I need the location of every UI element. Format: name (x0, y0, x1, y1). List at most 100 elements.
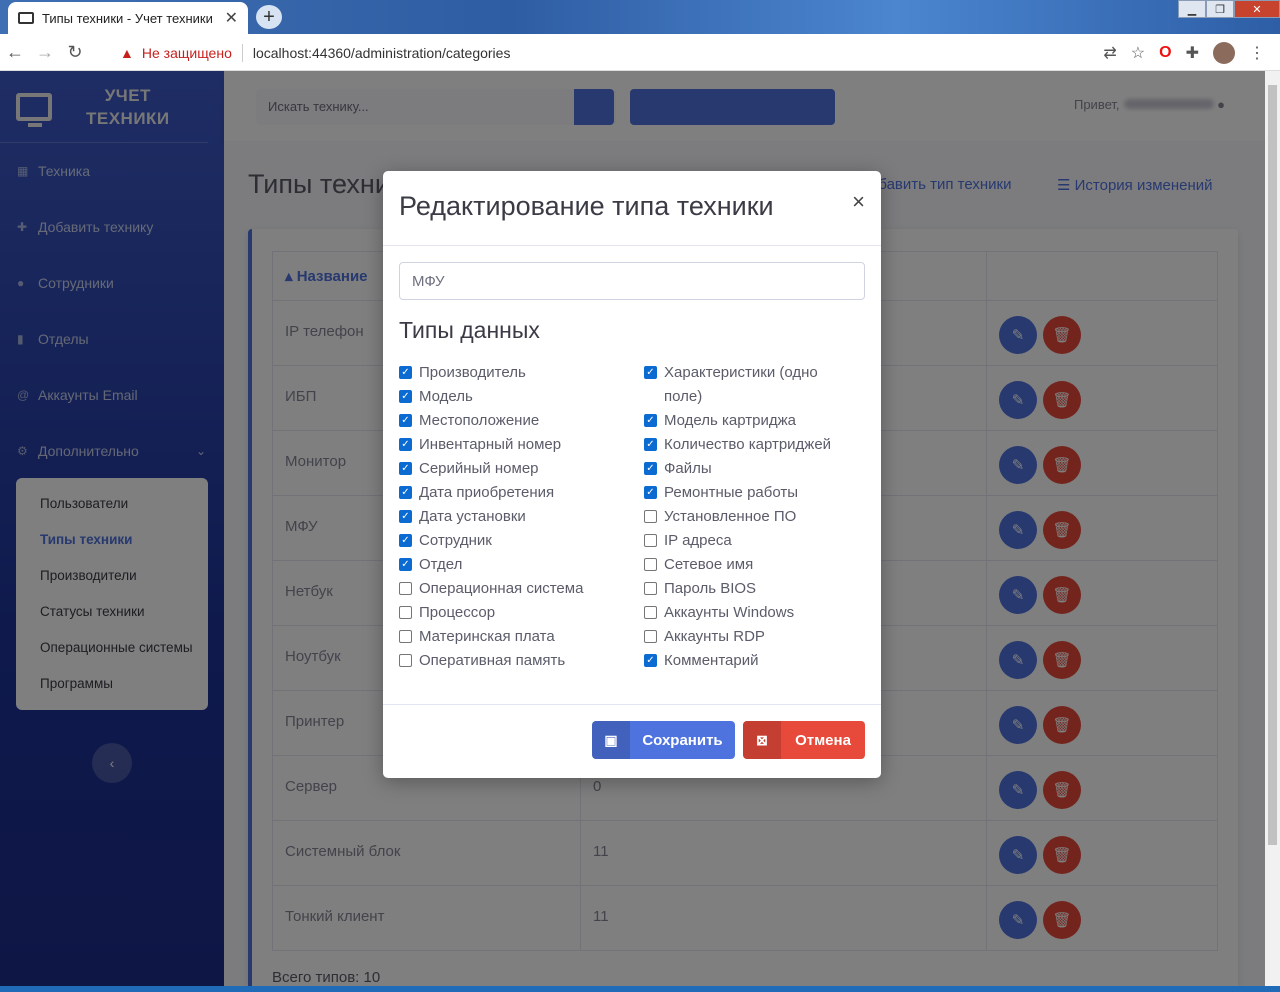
checkbox[interactable]: ✓ (399, 558, 412, 571)
checkbox[interactable]: ✓ (644, 486, 657, 499)
checkbox-label: Сетевое имя (664, 556, 754, 573)
data-type-checkbox-item[interactable]: ✓ Характеристики (одно поле) (644, 361, 854, 409)
data-type-checkbox-item[interactable]: Материнская плата (399, 625, 583, 649)
data-type-checkbox-item[interactable]: ✓ Серийный номер (399, 457, 583, 481)
data-type-checkbox-item[interactable]: Установленное ПО (644, 505, 854, 529)
data-types-title: Типы данных (399, 317, 540, 343)
data-type-checkbox-item[interactable]: ✓ Комментарий (644, 649, 854, 673)
address-bar: ← → ↻ ▲ Не защищено localhost:44360/admi… (0, 34, 1280, 71)
checkbox-label: Инвентарный номер (419, 436, 562, 453)
modal-footer: ▣ Сохранить ⊠ Отмена (383, 704, 881, 778)
checkbox-label: Серийный номер (419, 460, 539, 477)
save-button[interactable]: ▣ Сохранить (592, 721, 735, 759)
data-type-checkbox-item[interactable]: ✓ Количество картриджей (644, 433, 854, 457)
checkbox[interactable]: ✓ (399, 534, 412, 547)
edit-type-modal: Редактирование типа техники × Типы данны… (383, 171, 881, 778)
data-type-checkbox-item[interactable]: Аккаунты Windows (644, 601, 854, 625)
data-type-checkbox-item[interactable]: ✓ Сотрудник (399, 529, 583, 553)
checkbox-label: Установленное ПО (664, 508, 797, 525)
data-type-checkbox-item[interactable]: ✓ Дата приобретения (399, 481, 583, 505)
checkbox-label: Модель картриджа (664, 412, 796, 429)
opera-extension-icon[interactable]: O (1159, 44, 1171, 62)
page-scrollbar[interactable] (1265, 71, 1280, 986)
checkbox[interactable]: ✓ (399, 366, 412, 379)
data-type-checkbox-item[interactable]: Процессор (399, 601, 583, 625)
checkbox[interactable] (644, 606, 657, 619)
cancel-button[interactable]: ⊠ Отмена (743, 721, 865, 759)
maximize-button[interactable]: ❐ (1206, 0, 1234, 18)
windows-taskbar (0, 986, 1280, 992)
checkbox-label: Процессор (419, 604, 496, 621)
data-type-checkbox-item[interactable]: ✓ Файлы (644, 457, 854, 481)
data-type-checkbox-item[interactable]: Оперативная память (399, 649, 583, 673)
new-tab-button[interactable]: + (256, 5, 282, 29)
checkbox-label: Материнская плата (419, 628, 555, 645)
checkbox[interactable]: ✓ (399, 510, 412, 523)
data-types-left-column: ✓ Производитель ✓ Модель ✓ Местоположение ✓ Инв… (399, 361, 583, 673)
checkbox[interactable] (399, 630, 412, 643)
checkbox-label: Производитель (419, 364, 526, 381)
data-type-checkbox-item[interactable]: ✓ Дата установки (399, 505, 583, 529)
close-icon[interactable]: ✕ (225, 8, 238, 28)
floppy-icon: ▣ (592, 721, 630, 759)
checkbox[interactable]: ✓ (644, 438, 657, 451)
checkbox[interactable] (644, 558, 657, 571)
checkbox[interactable]: ✓ (644, 366, 657, 379)
checkbox[interactable]: ✓ (644, 654, 657, 667)
checkbox[interactable]: ✓ (644, 462, 657, 475)
data-type-checkbox-item[interactable]: ✓ Модель (399, 385, 583, 409)
translate-icon[interactable]: ⇄ (1103, 43, 1116, 63)
type-name-input[interactable] (399, 262, 865, 300)
minimize-button[interactable]: ▁ (1178, 0, 1206, 18)
window-close-button[interactable]: ✕ (1234, 0, 1280, 18)
reload-icon[interactable]: ↻ (60, 42, 90, 63)
data-type-checkbox-item[interactable]: Аккаунты RDP (644, 625, 854, 649)
menu-icon[interactable]: ⋮ (1249, 43, 1265, 63)
insecure-label[interactable]: Не защищено (142, 45, 232, 61)
checkbox[interactable]: ✓ (644, 414, 657, 427)
checkbox[interactable] (399, 582, 412, 595)
forward-icon[interactable]: → (30, 42, 60, 63)
data-type-checkbox-item[interactable]: ✓ Инвентарный номер (399, 433, 583, 457)
modal-title: Редактирование типа техники (399, 191, 774, 221)
browser-tab[interactable]: Типы техники - Учет техники ✕ (8, 2, 248, 34)
modal-header: Редактирование типа техники × (383, 171, 881, 246)
data-type-checkbox-item[interactable]: Сетевое имя (644, 553, 854, 577)
save-label: Сохранить (642, 731, 723, 749)
checkbox[interactable] (644, 510, 657, 523)
scrollbar-thumb[interactable] (1268, 85, 1277, 845)
window-controls: ▁ ❐ ✕ (1178, 0, 1280, 18)
data-type-checkbox-item[interactable]: ✓ Производитель (399, 361, 583, 385)
browser-tab-bar: Типы техники - Учет техники ✕ + ▁ ❐ ✕ (0, 0, 1280, 34)
back-icon[interactable]: ← (0, 42, 30, 63)
checkbox-label: Характеристики (одно поле) (664, 364, 818, 405)
data-type-checkbox-item[interactable]: IP адреса (644, 529, 854, 553)
url-text[interactable]: localhost:44360/administration/categorie… (253, 45, 511, 61)
checkbox[interactable]: ✓ (399, 462, 412, 475)
divider (241, 44, 243, 62)
checkbox[interactable] (644, 582, 657, 595)
checkbox[interactable] (399, 606, 412, 619)
checkbox[interactable] (644, 630, 657, 643)
checkbox-label: Комментарий (664, 652, 759, 669)
omnibox[interactable]: ▲ Не защищено localhost:44360/administra… (108, 39, 1143, 67)
data-type-checkbox-item[interactable]: ✓ Отдел (399, 553, 583, 577)
profile-avatar[interactable] (1213, 42, 1235, 64)
checkbox-label: Дата установки (419, 508, 526, 525)
checkbox[interactable] (644, 534, 657, 547)
data-type-checkbox-item[interactable]: ✓ Модель картриджа (644, 409, 854, 433)
close-icon[interactable]: × (852, 189, 865, 215)
data-type-checkbox-item[interactable]: ✓ Ремонтные работы (644, 481, 854, 505)
star-icon[interactable]: ☆ (1131, 43, 1145, 63)
checkbox[interactable]: ✓ (399, 438, 412, 451)
data-type-checkbox-item[interactable]: Операционная система (399, 577, 583, 601)
checkbox-label: Отдел (419, 556, 463, 573)
checkbox[interactable]: ✓ (399, 486, 412, 499)
app: УЧЕТ ТЕХНИКИ ▦Техника ✚Добавить технику … (0, 71, 1280, 986)
data-type-checkbox-item[interactable]: Пароль BIOS (644, 577, 854, 601)
checkbox[interactable] (399, 654, 412, 667)
checkbox[interactable]: ✓ (399, 414, 412, 427)
checkbox[interactable]: ✓ (399, 390, 412, 403)
data-type-checkbox-item[interactable]: ✓ Местоположение (399, 409, 583, 433)
puzzle-icon[interactable]: ✚ (1186, 43, 1199, 63)
